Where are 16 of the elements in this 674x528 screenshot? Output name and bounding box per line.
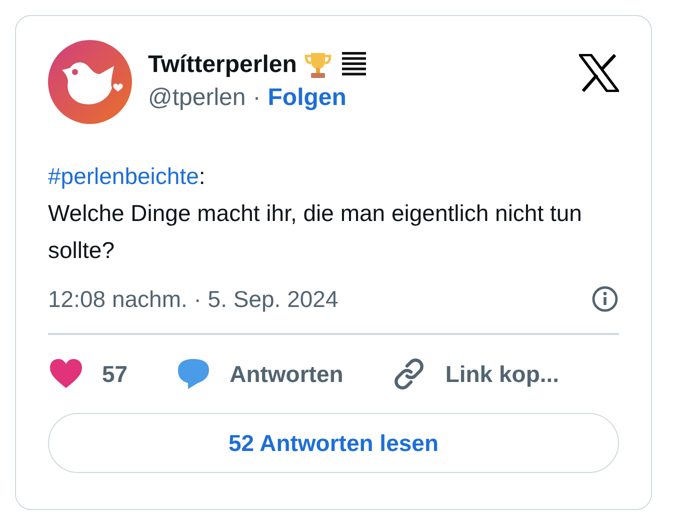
trophy-icon (302, 50, 333, 80)
author-handle[interactable]: @tperlen (148, 84, 246, 112)
like-button[interactable]: 57 (48, 356, 128, 392)
reply-button[interactable]: Antworten (176, 356, 344, 392)
separator-dot: · (252, 84, 261, 112)
x-logo-icon[interactable] (579, 54, 619, 92)
author-name[interactable]: Twítterperlen (148, 51, 297, 79)
read-replies-button[interactable]: 52 Antworten lesen (48, 413, 619, 473)
info-icon[interactable] (591, 285, 619, 313)
speech-bubble-icon (176, 356, 212, 392)
follow-link[interactable]: Folgen (268, 84, 346, 112)
post-timestamp[interactable]: 12:08 nachm. · 5. Sep. 2024 (48, 286, 338, 312)
hashtag-link[interactable]: #perlenbeichte (48, 163, 199, 189)
avatar[interactable] (48, 40, 132, 124)
post-text: #perlenbeichte: Welche Dinge macht ihr, die man eigentlich nicht tun sollte? (48, 162, 583, 265)
copy-button[interactable]: Link kop... (391, 356, 560, 392)
